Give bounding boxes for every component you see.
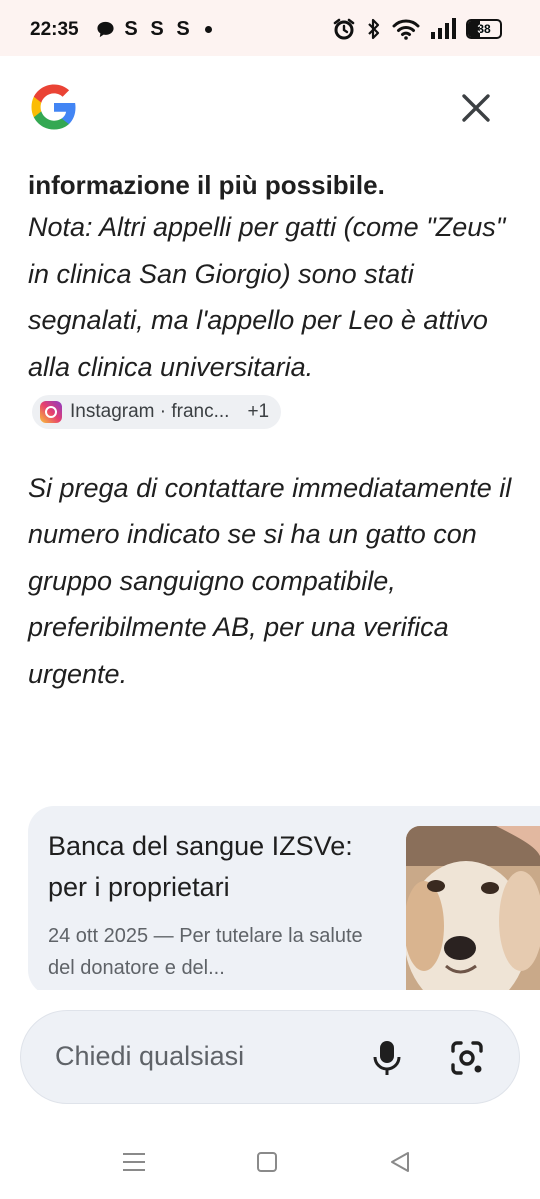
source-chip-label: Instagram · franc... bbox=[70, 401, 230, 422]
answer-note-paragraph: Nota: Altri appelli per gatti (come "Zeu… bbox=[28, 204, 518, 437]
battery-icon: 38 bbox=[466, 19, 502, 39]
dog-thumbnail[interactable] bbox=[406, 826, 540, 996]
ai-answer: informazione il più possibile. Nota: Alt… bbox=[28, 166, 518, 697]
source-chip[interactable]: Instagram · franc... +1 bbox=[32, 395, 282, 429]
more-dot-icon bbox=[205, 26, 212, 33]
signal-icon bbox=[431, 18, 456, 39]
instagram-icon bbox=[40, 401, 62, 423]
bluetooth-icon bbox=[368, 18, 380, 40]
alarm-icon bbox=[333, 18, 355, 40]
s-app-icon: S bbox=[124, 18, 138, 40]
result-card-snippet: 24 ott 2025 — Per tutelare la salute del… bbox=[48, 925, 363, 979]
status-time: 22:35 bbox=[30, 19, 79, 40]
search-bar[interactable]: Chiedi qualsiasi bbox=[20, 1010, 520, 1104]
camera-lens-icon[interactable] bbox=[447, 1037, 487, 1079]
s-app-icon: S bbox=[150, 18, 164, 40]
notification-icons: S S S bbox=[96, 18, 212, 41]
system-nav-bar bbox=[0, 1130, 540, 1199]
microphone-icon[interactable] bbox=[367, 1037, 407, 1079]
answer-bold-line: informazione il più possibile. bbox=[28, 170, 385, 200]
answer-request-text: Si prega di contattare immediatamente il… bbox=[28, 472, 512, 689]
battery-level: 38 bbox=[477, 22, 491, 36]
menu-icon[interactable] bbox=[118, 1146, 150, 1178]
back-triangle-icon[interactable] bbox=[384, 1146, 416, 1178]
google-g-logo[interactable] bbox=[26, 79, 82, 135]
result-card[interactable]: Banca del sangue IZSVe: per i proprietar… bbox=[28, 806, 540, 996]
s-app-icon: S bbox=[176, 18, 190, 40]
source-chip-extra: +1 bbox=[247, 401, 270, 422]
wifi-icon bbox=[392, 19, 420, 40]
close-icon[interactable] bbox=[456, 88, 496, 128]
answer-note-text: Nota: Altri appelli per gatti (come "Zeu… bbox=[28, 212, 506, 382]
status-right: 38 bbox=[332, 17, 502, 41]
search-input[interactable]: Chiedi qualsiasi bbox=[55, 1041, 244, 1072]
status-bar: 22:35 S S S 38 bbox=[0, 0, 540, 56]
top-bar bbox=[0, 56, 540, 156]
chat-bubble-icon bbox=[97, 21, 114, 38]
result-card-title[interactable]: Banca del sangue IZSVe: per i proprietar… bbox=[48, 826, 388, 908]
home-square-icon[interactable] bbox=[251, 1146, 283, 1178]
